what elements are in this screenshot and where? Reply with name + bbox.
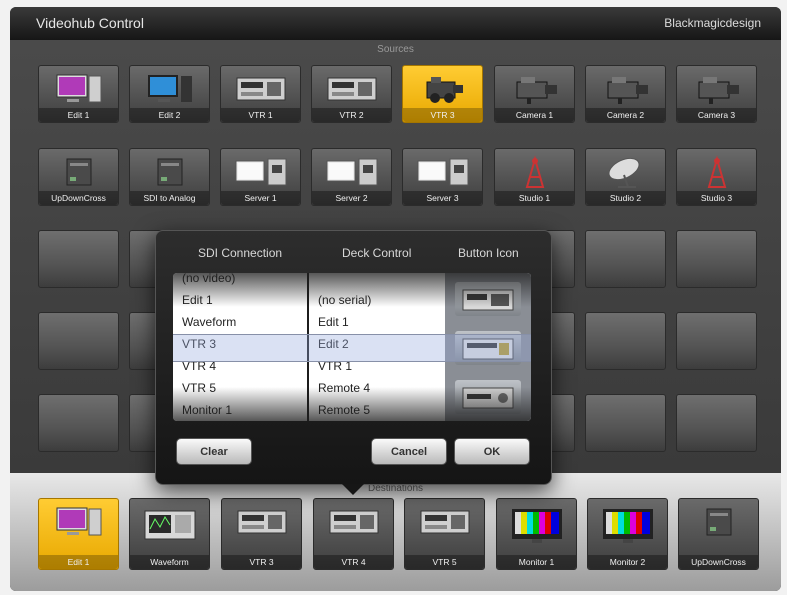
empty-source-slot[interactable]: [676, 230, 757, 288]
clear-button[interactable]: Clear: [176, 438, 252, 465]
camera-icon: [691, 72, 743, 111]
tile-label: Edit 1: [67, 110, 90, 120]
tile-label: VTR 3: [249, 557, 274, 567]
tile-server-2[interactable]: Server 2: [311, 148, 392, 206]
tile-monitor-1[interactable]: Monitor 1: [496, 498, 577, 570]
tile-camera-3[interactable]: Camera 3: [676, 65, 757, 123]
tile-label: Server 3: [426, 193, 459, 203]
tile-label: Camera 1: [515, 110, 554, 120]
waveform-monitor-icon: [141, 505, 199, 550]
satellite-dish-icon: [600, 155, 652, 194]
tile-monitor-2[interactable]: Monitor 2: [587, 498, 668, 570]
title-bar: Videohub Control Blackmagicdesign: [10, 7, 781, 40]
tile-studio-2[interactable]: Studio 2: [585, 148, 666, 206]
tile-label: VTR 5: [432, 557, 457, 567]
empty-source-slot[interactable]: [585, 312, 666, 370]
tile-label: Studio 2: [609, 193, 642, 203]
deck-control-header: Deck Control: [342, 246, 412, 260]
tile-label: Server 1: [244, 193, 277, 203]
tile-label: Monitor 1: [518, 557, 555, 567]
tile-label: Studio 3: [700, 193, 733, 203]
tile-label: VTR 1: [248, 110, 273, 120]
server-icon: [232, 155, 290, 194]
tile-server-3[interactable]: Server 3: [402, 148, 483, 206]
empty-source-slot[interactable]: [676, 312, 757, 370]
tile-label: VTR 3: [430, 110, 455, 120]
tile-label: UpDownCross: [51, 193, 106, 203]
vtr-deck-icon: [233, 72, 289, 111]
empty-source-slot[interactable]: [585, 230, 666, 288]
tile-vtr-1[interactable]: VTR 1: [220, 65, 301, 123]
app-title: Videohub Control: [36, 15, 144, 31]
tile-camera-1[interactable]: Camera 1: [494, 65, 575, 123]
picker-top-shade: [173, 273, 531, 307]
antenna-tower-icon: [691, 155, 743, 194]
tile-updowncross[interactable]: UpDownCross: [38, 148, 119, 206]
server-icon: [414, 155, 472, 194]
brand-logo: Blackmagicdesign: [664, 16, 761, 30]
tile-label: SDI to Analog: [143, 193, 196, 203]
tile-vtr-3[interactable]: VTR 3: [221, 498, 302, 570]
tile-studio-1[interactable]: Studio 1: [494, 148, 575, 206]
tile-camera-2[interactable]: Camera 2: [585, 65, 666, 123]
camcorder-icon: [417, 72, 469, 111]
picker-selection-band: [173, 334, 531, 362]
mac-computer-icon: [53, 72, 105, 111]
tile-edit-1[interactable]: Edit 1: [38, 65, 119, 123]
vtr-deck-icon: [417, 505, 473, 544]
tile-vtr-5[interactable]: VTR 5: [404, 498, 485, 570]
picker-option[interactable]: Edit 1: [309, 311, 349, 334]
converter-box-icon: [144, 155, 196, 194]
empty-source-slot[interactable]: [38, 230, 119, 288]
server-icon: [323, 155, 381, 194]
sdi-connection-header: SDI Connection: [198, 246, 283, 260]
tile-label: Studio 1: [518, 193, 551, 203]
empty-source-slot[interactable]: [38, 312, 119, 370]
mac-computer-icon: [53, 505, 105, 544]
color-bars-monitor-icon: [508, 505, 566, 550]
picker-bottom-shade: [173, 387, 531, 421]
empty-source-slot[interactable]: [585, 394, 666, 452]
picker-wheel[interactable]: (no video)Edit 1WaveformVTR 3VTR 4VTR 5M…: [173, 273, 531, 421]
empty-source-slot[interactable]: [676, 394, 757, 452]
tile-label: Edit 1: [67, 557, 90, 567]
source-settings-popup: SDI Connection Deck Control Button Icon …: [155, 230, 552, 495]
color-bars-monitor-icon: [599, 505, 657, 550]
tile-waveform[interactable]: Waveform: [129, 498, 210, 570]
pc-computer-icon: [144, 72, 196, 111]
tile-label: Camera 2: [606, 110, 645, 120]
empty-source-slot[interactable]: [38, 394, 119, 452]
tile-label: Monitor 2: [609, 557, 646, 567]
camera-icon: [600, 72, 652, 111]
camera-icon: [509, 72, 561, 111]
antenna-tower-icon: [509, 155, 561, 194]
tile-vtr-3[interactable]: VTR 3: [402, 65, 483, 123]
tile-studio-3[interactable]: Studio 3: [676, 148, 757, 206]
ok-button[interactable]: OK: [454, 438, 530, 465]
cancel-button[interactable]: Cancel: [371, 438, 447, 465]
tile-label: VTR 2: [339, 110, 364, 120]
tile-label: Waveform: [150, 557, 189, 567]
tile-edit-2[interactable]: Edit 2: [129, 65, 210, 123]
tile-vtr-2[interactable]: VTR 2: [311, 65, 392, 123]
tile-edit-1[interactable]: Edit 1: [38, 498, 119, 570]
page-indicator: [381, 583, 405, 591]
tile-updowncross[interactable]: UpDownCross: [678, 498, 759, 570]
picker-option[interactable]: Waveform: [173, 311, 236, 334]
vtr-deck-icon: [324, 72, 380, 111]
vtr-deck-icon: [326, 505, 382, 544]
tile-label: Camera 3: [697, 110, 736, 120]
tile-label: Edit 2: [158, 110, 181, 120]
converter-box-icon: [53, 155, 105, 194]
converter-box-icon: [693, 505, 745, 544]
vtr-deck-icon: [234, 505, 290, 544]
tile-vtr-4[interactable]: VTR 4: [313, 498, 394, 570]
tile-label: Server 2: [335, 193, 368, 203]
tile-server-1[interactable]: Server 1: [220, 148, 301, 206]
button-icon-header: Button Icon: [458, 246, 519, 260]
tile-label: UpDownCross: [691, 557, 746, 567]
tile-label: VTR 4: [341, 557, 366, 567]
tile-sdi-to-analog[interactable]: SDI to Analog: [129, 148, 210, 206]
